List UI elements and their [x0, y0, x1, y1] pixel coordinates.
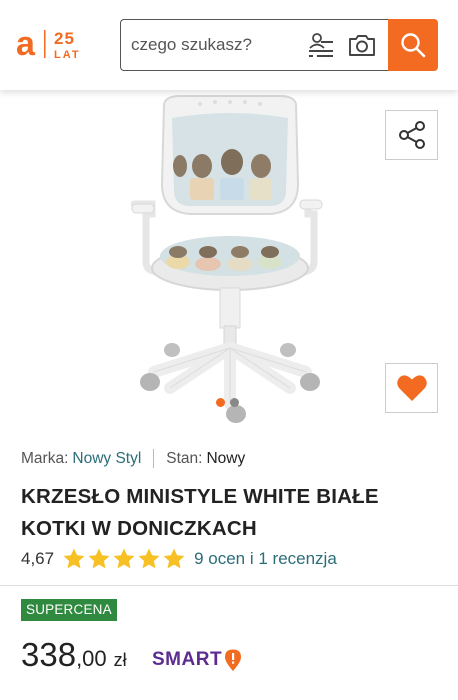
rating-stars [62, 547, 186, 571]
gallery-pagination [216, 398, 239, 407]
product-price: 338 ,00 zł [21, 636, 127, 674]
price-currency: zł [113, 650, 127, 670]
heart-icon [396, 375, 427, 401]
section-divider [0, 585, 458, 586]
star-icon [63, 548, 85, 569]
brand-label: Marka: [21, 449, 69, 467]
top-header: a 25 LAT [0, 0, 458, 90]
star-icon [163, 548, 185, 569]
camera-icon[interactable] [347, 32, 377, 58]
product-image-chair[interactable] [120, 92, 340, 426]
rating-score: 4,67 [21, 549, 55, 568]
meta-divider [153, 449, 155, 468]
star-icon [88, 548, 110, 569]
price-fraction: ,00 [76, 646, 107, 671]
product-title: KRZESŁO MINISTYLE WHITE BIAŁE KOTKI W DO… [21, 485, 379, 540]
search-input[interactable] [131, 20, 301, 69]
logo-number: 25 [54, 29, 75, 48]
product-gallery[interactable] [0, 90, 458, 430]
price-integer: 338 [21, 636, 77, 673]
gallery-dot-2[interactable] [230, 398, 239, 407]
filter-list-icon[interactable] [307, 32, 335, 58]
reviews-link[interactable]: 9 ocen i 1 recenzja [194, 549, 337, 569]
search-icon [401, 33, 426, 58]
smart-label: SMART [152, 649, 223, 670]
product-meta: Marka: Nowy Styl Stan: Nowy [21, 449, 245, 468]
brand-link[interactable]: Nowy Styl [72, 450, 141, 468]
favorite-button[interactable] [385, 363, 438, 413]
logo-letter: a [16, 26, 36, 63]
logo-suffix: LAT [54, 49, 81, 61]
condition-value: Nowy [206, 449, 246, 467]
share-button[interactable] [385, 110, 438, 160]
gallery-dot-1[interactable] [216, 398, 225, 407]
smart-badge[interactable]: SMART [152, 647, 243, 673]
search-button[interactable] [388, 19, 438, 71]
search-box [120, 19, 388, 71]
smart-pin-icon [225, 649, 242, 671]
product-rating: 4,67 9 ocen i 1 recenzja [21, 547, 337, 571]
condition-label: Stan: [166, 449, 203, 467]
allegro-logo[interactable]: a 25 LAT [16, 25, 100, 66]
star-icon [138, 548, 160, 569]
share-icon [398, 121, 425, 149]
supercena-badge: SUPERCENA [21, 599, 117, 621]
star-icon [113, 548, 135, 569]
